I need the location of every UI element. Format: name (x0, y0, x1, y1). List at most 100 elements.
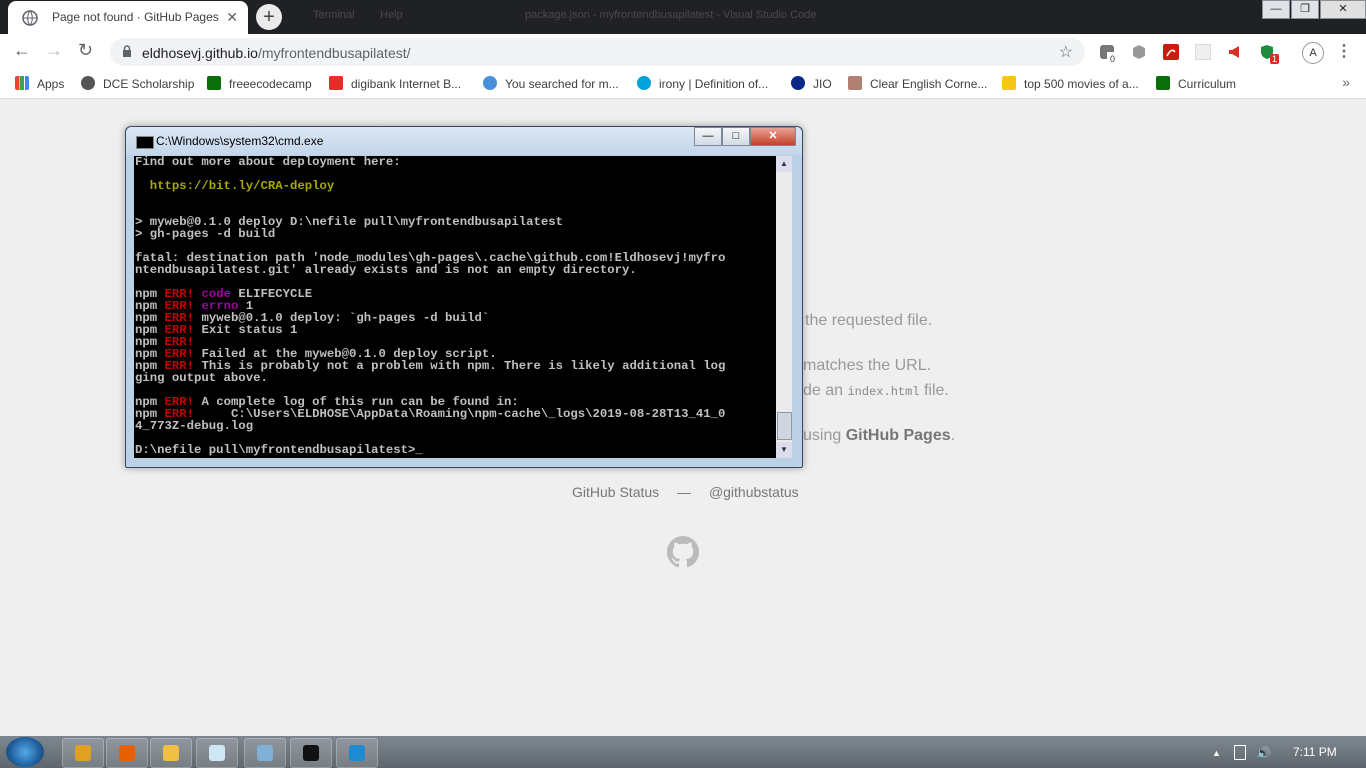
url-text: eldhosevj.github.io/myfrontendbusapilate… (142, 45, 411, 61)
lock-icon (123, 45, 131, 57)
maximize-button[interactable]: ❐ (1291, 0, 1319, 19)
console-segment: Exit status 1 (194, 323, 298, 337)
cmd-icon (303, 745, 319, 761)
bookmark-irony[interactable]: irony | Definition of... (637, 76, 768, 92)
url-host: eldhosevj.github.io (142, 45, 258, 61)
bookmark-label: Curriculum (1178, 77, 1237, 91)
bookmark-freeecodecamp[interactable]: freeecodecamp (207, 76, 312, 92)
bookmark-dce-scholarship[interactable]: DCE Scholarship (81, 76, 194, 92)
bookmark-star-icon[interactable]: ☆ (1059, 42, 1073, 62)
minimize-button[interactable]: — (1262, 0, 1290, 19)
cmd-window: C:\Windows\system32\cmd.exe — □ ✕ Find o… (125, 126, 803, 468)
bookmark-clear-english[interactable]: Clear English Corne... (848, 76, 987, 92)
console-scrollbar[interactable]: ▲ ▼ (776, 156, 792, 458)
bookmark-top-500-movies[interactable]: top 500 movies of a... (1002, 76, 1139, 92)
cmd-app-icon (136, 136, 154, 149)
tray-overflow-icon[interactable]: ▲ (1212, 748, 1221, 758)
notepad-icon (209, 745, 225, 761)
bookmark-jio[interactable]: JIO (791, 76, 832, 92)
taskbar-clock[interactable]: 7:11 PM (1293, 745, 1337, 759)
console-line: Find out more about deployment here: (135, 156, 776, 168)
start-button[interactable] (6, 737, 44, 767)
blank-extension-icon[interactable] (1195, 44, 1211, 60)
bookmark-label: You searched for m... (505, 77, 619, 91)
explorer-taskbar-button[interactable] (150, 738, 192, 768)
bookmark-apps[interactable]: Apps (15, 76, 64, 92)
console-line: https://bit.ly/CRA-deploy (135, 180, 776, 192)
chrome-icon (75, 745, 91, 761)
bookmark-label: Clear English Corne... (870, 77, 988, 91)
chrome-taskbar-button[interactable] (62, 738, 104, 768)
remote-desktop-taskbar-button[interactable] (244, 738, 286, 768)
apps-grid-icon (15, 76, 29, 90)
bookmark-you-searched[interactable]: You searched for m... (483, 76, 619, 92)
notepad-taskbar-button[interactable] (196, 738, 238, 768)
address-bar[interactable]: eldhosevj.github.io/myfrontendbusapilate… (110, 38, 1085, 66)
volume-icon[interactable]: 🔊 (1256, 746, 1271, 760)
console-segment: ntendbusapilatest.git' already exists an… (135, 263, 637, 277)
cmd-minimize-button[interactable]: — (694, 127, 722, 146)
forward-button[interactable]: → (45, 40, 63, 61)
vscode-taskbar-button[interactable] (336, 738, 378, 768)
bookmark-digibank[interactable]: digibank Internet B... (329, 76, 461, 92)
scroll-thumb[interactable] (777, 412, 792, 440)
cube-extension-icon[interactable] (1131, 44, 1147, 60)
url-path: /myfrontendbusapilatest/ (257, 45, 411, 61)
behind-window-title: package.json - myfrontendbusapilatest - … (525, 9, 817, 21)
digibank-icon (329, 76, 343, 90)
bookmark-label: digibank Internet B... (351, 77, 462, 91)
github-pages-link[interactable]: GitHub Pages (846, 427, 951, 444)
cmd-window-title: C:\Windows\system32\cmd.exe (156, 134, 324, 148)
console-segment: This is probably not a problem with npm.… (194, 359, 726, 373)
bookmark-label: irony | Definition of... (659, 77, 769, 91)
close-window-button[interactable]: ✕ (1320, 0, 1366, 19)
bookmarks-bar: Apps DCE Scholarship freeecodecamp digib… (0, 70, 1366, 99)
page-text-line: matches the URL. (803, 357, 932, 374)
bookmark-label: freeecodecamp (229, 77, 312, 91)
freecodecamp-icon (207, 76, 221, 90)
profile-photo-icon (848, 76, 862, 90)
globe-icon (81, 76, 95, 90)
globe-icon (22, 10, 38, 26)
browser-menu-icon[interactable]: ⋮ (1336, 41, 1352, 61)
cmd-close-button[interactable]: ✕ (750, 127, 796, 146)
scroll-up-arrow-icon[interactable]: ▲ (776, 156, 792, 172)
megaphone-extension-icon[interactable] (1227, 44, 1243, 60)
github-status-link[interactable]: GitHub Status (572, 484, 659, 500)
cmd-title-bar[interactable]: C:\Windows\system32\cmd.exe — □ ✕ (126, 127, 802, 155)
github-octocat-icon[interactable] (667, 536, 699, 568)
cmd-maximize-button[interactable]: □ (722, 127, 750, 146)
githubstatus-link[interactable]: @githubstatus (709, 484, 799, 500)
profile-avatar[interactable]: A (1302, 42, 1324, 64)
back-button[interactable]: ← (13, 40, 31, 61)
freecodecamp-icon (1156, 76, 1170, 90)
console-segment: D:\nefile pull\myfrontendbusapilatest>_ (135, 443, 423, 457)
edureka-icon (483, 76, 497, 90)
bookmark-curriculum[interactable]: Curriculum (1156, 76, 1236, 92)
tab-page-not-found[interactable]: Page not found · GitHub Pages ✕ (8, 1, 248, 34)
pdf-extension-icon[interactable] (1163, 44, 1179, 60)
vscode-icon (349, 745, 365, 761)
cmd-taskbar-button[interactable] (290, 738, 332, 768)
reload-button[interactable]: ↻ (78, 40, 93, 61)
console-segment: Find out more about deployment here: (135, 156, 401, 169)
tab-close-icon[interactable]: ✕ (226, 9, 238, 26)
firefox-taskbar-button[interactable] (106, 738, 148, 768)
dictionary-icon (637, 76, 651, 90)
scroll-down-arrow-icon[interactable]: ▼ (776, 442, 792, 458)
new-tab-button[interactable]: + (256, 4, 282, 30)
remote-desktop-icon (257, 745, 273, 761)
browser-toolbar: ← → ↻ eldhosevj.github.io/myfrontendbusa… (0, 34, 1366, 70)
tab-title: Page not found · GitHub Pages (52, 10, 219, 24)
firefox-icon (119, 745, 135, 761)
bookmark-label: JIO (813, 77, 832, 91)
action-center-icon[interactable] (1234, 745, 1246, 760)
console-segment: > gh-pages -d build (135, 227, 276, 241)
bookmarks-overflow-icon[interactable]: » (1342, 74, 1350, 90)
bookmark-label: Apps (37, 77, 65, 91)
imdb-icon (1002, 76, 1016, 90)
console-line: ging output above. (135, 372, 776, 384)
console-output[interactable]: Find out more about deployment here: htt… (134, 156, 776, 458)
bookmark-label: top 500 movies of a... (1024, 77, 1139, 91)
